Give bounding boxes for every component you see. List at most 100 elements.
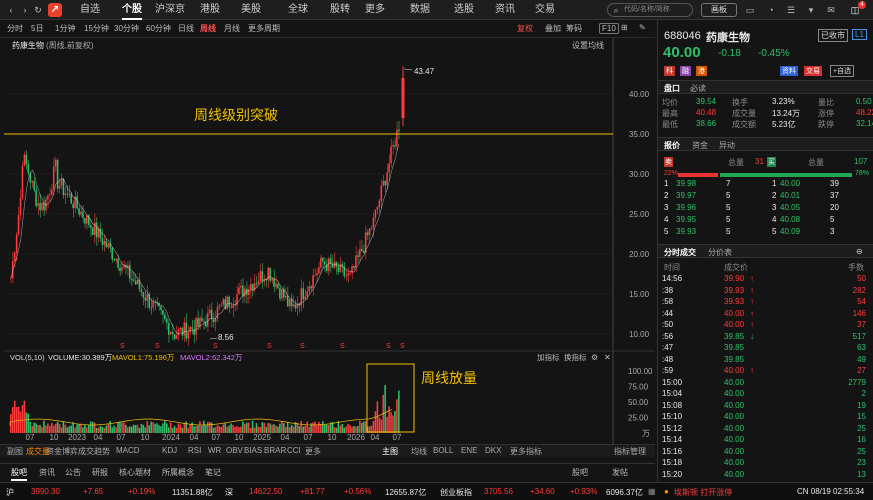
info-tab[interactable]: 笔记 (205, 467, 221, 478)
nav-item[interactable]: 更多 (365, 0, 385, 20)
grid-menu-icon[interactable]: ▦ (648, 487, 656, 496)
tab-fund[interactable]: 资金 (692, 140, 708, 151)
nav-item[interactable]: 港股 (200, 0, 220, 20)
indicator-tab[interactable]: 成交趋势 (78, 446, 110, 457)
orderbook-row[interactable]: 3 39.96 5 3 40.05 20 (658, 203, 873, 214)
indicator-tab[interactable]: MACD (116, 446, 140, 455)
back-icon[interactable]: ‹ (6, 5, 16, 15)
user-icon[interactable]: ◔ (766, 5, 776, 15)
period-item[interactable]: 30分钟 (114, 23, 139, 34)
candle-body (50, 189, 53, 195)
shirt-icon[interactable]: ▾ (806, 5, 816, 15)
volume-bar (173, 425, 176, 433)
post-button[interactable]: 发帖 (612, 467, 628, 478)
indicator-tab[interactable]: BRAR (264, 446, 286, 455)
news-ticker[interactable]: 埃斯顿 打开涨停 (674, 487, 732, 498)
forward-icon[interactable]: › (20, 5, 30, 15)
volume-bar (109, 421, 111, 433)
nav-item[interactable]: 选股 (454, 0, 474, 20)
main-indicator-tab[interactable]: 更多指标 (510, 446, 542, 457)
add-watchlist-button[interactable]: +自选 (830, 65, 855, 77)
nav-item[interactable]: 全球 (288, 0, 308, 20)
grid-icon[interactable]: ⊞ (621, 23, 628, 32)
indicator-tab[interactable]: WR (208, 446, 221, 455)
tick-price: 40.00 (724, 389, 745, 398)
period-item[interactable]: 60分钟 (146, 23, 171, 34)
info-tab[interactable]: 研报 (92, 467, 108, 478)
info-tab[interactable]: 资讯 (39, 467, 55, 478)
orderbook-row[interactable]: 1 39.98 7 1 40.00 39 (658, 179, 873, 190)
info-tab[interactable]: 所属概念 (162, 467, 194, 478)
main-indicator-tab[interactable]: DKX (485, 446, 501, 455)
nav-item[interactable]: 沪深京 (155, 0, 185, 20)
info-tab[interactable]: 股吧 (11, 467, 27, 481)
indicator-tab[interactable]: RSI (188, 446, 201, 455)
nav-item[interactable]: 资讯 (495, 0, 515, 20)
indicator-tab[interactable]: OBV (226, 446, 243, 455)
orderbook-row[interactable]: 2 39.97 5 2 40.01 37 (658, 191, 873, 202)
settings-icon[interactable]: ☰ (786, 5, 796, 15)
main-indicator-tab[interactable]: ENE (461, 446, 477, 455)
nav-item[interactable]: 自选 (80, 0, 100, 20)
chip-button[interactable]: 筹码 (566, 23, 582, 34)
orderbook-cell: 1 (664, 179, 669, 188)
guba-button[interactable]: 股吧 (572, 467, 588, 478)
period-item[interactable]: 更多周期 (248, 23, 280, 34)
tab-price-table[interactable]: 分价表 (708, 247, 732, 258)
f10-button[interactable]: F10 (599, 23, 619, 34)
chat-icon[interactable]: ▭ (745, 5, 755, 15)
mail-icon[interactable]: ✉ (826, 5, 836, 15)
period-item[interactable]: 日线 (178, 23, 194, 34)
main-indicator-tab[interactable]: 主图 (382, 446, 398, 457)
info-tab[interactable]: 核心题材 (119, 467, 151, 478)
tick-price: 39.93 (724, 285, 745, 295)
tab-abnormal[interactable]: 异动 (719, 140, 735, 151)
kline-chart-area[interactable]: 药康生物 (周线,前复权) 设置均线 40.00 35.00 30.00 25.00 20.0… (4, 38, 655, 444)
panel-button[interactable]: 画板 (701, 3, 737, 17)
badge-hk[interactable]: 港 (696, 66, 707, 76)
nav-item[interactable]: 美股 (241, 0, 261, 20)
tab-pankou[interactable]: 盘口 (664, 83, 680, 94)
indicator-tab[interactable]: 更多 (305, 446, 321, 457)
orderbook-row[interactable]: 4 39.95 5 4 40.08 5 (658, 215, 873, 226)
main-indicator-tab[interactable]: BOLL (433, 446, 453, 455)
nav-item[interactable]: 股转 (330, 0, 350, 20)
tab-bidu[interactable]: 必读 (690, 83, 706, 94)
indicator-tab[interactable]: KDJ (162, 446, 177, 455)
indicator-manage-button[interactable]: 指标管理 (614, 446, 646, 457)
orderbook-row[interactable]: 5 39.93 5 5 40.09 3 (658, 227, 873, 238)
indicator-tab[interactable]: CCI (287, 446, 301, 455)
overlay-button[interactable]: 叠加 (545, 23, 561, 34)
indicator-tab[interactable]: BIAS (244, 446, 262, 455)
nav-item[interactable]: 数据 (410, 0, 430, 20)
tick-arrow-icon: ↑ (750, 297, 754, 306)
period-item[interactable]: 15分钟 (84, 23, 109, 34)
drawing-tool-icon[interactable]: ✎ (639, 23, 646, 32)
candle-body (39, 202, 41, 211)
trade-button[interactable]: 交易 (804, 66, 822, 76)
period-item[interactable]: 周线 (200, 23, 216, 34)
indicator-tab[interactable]: 资金博弈 (46, 446, 78, 457)
profile-button[interactable]: 资料 (780, 66, 798, 76)
tick-time: 14:56 (662, 274, 683, 283)
badge-margin[interactable]: 融 (680, 66, 691, 76)
candle-body (286, 295, 289, 307)
period-item[interactable]: 1分钟 (55, 23, 75, 34)
quote-stat-cell: 最低 (662, 120, 678, 129)
indicator-tab[interactable]: 副图 (7, 446, 23, 457)
tab-quote[interactable]: 报价 (664, 140, 680, 151)
nav-item[interactable]: 个股 (122, 0, 142, 20)
candle-body (361, 248, 363, 252)
period-item[interactable]: 分时 (7, 23, 23, 34)
collapse-icon[interactable]: ⊖ (856, 247, 863, 256)
fuquan-button[interactable]: 复权 (517, 23, 533, 34)
tab-ticks[interactable]: 分时成交 (664, 247, 696, 258)
period-item[interactable]: 月线 (224, 23, 240, 34)
info-tab[interactable]: 公告 (65, 467, 81, 478)
refresh-icon[interactable]: ↻ (33, 5, 43, 15)
badge-star[interactable]: 科 (664, 66, 675, 76)
main-indicator-tab[interactable]: 均线 (411, 446, 427, 457)
period-item[interactable]: 5日 (31, 23, 43, 34)
nav-item[interactable]: 交易 (535, 0, 555, 20)
candle-body (105, 240, 108, 248)
